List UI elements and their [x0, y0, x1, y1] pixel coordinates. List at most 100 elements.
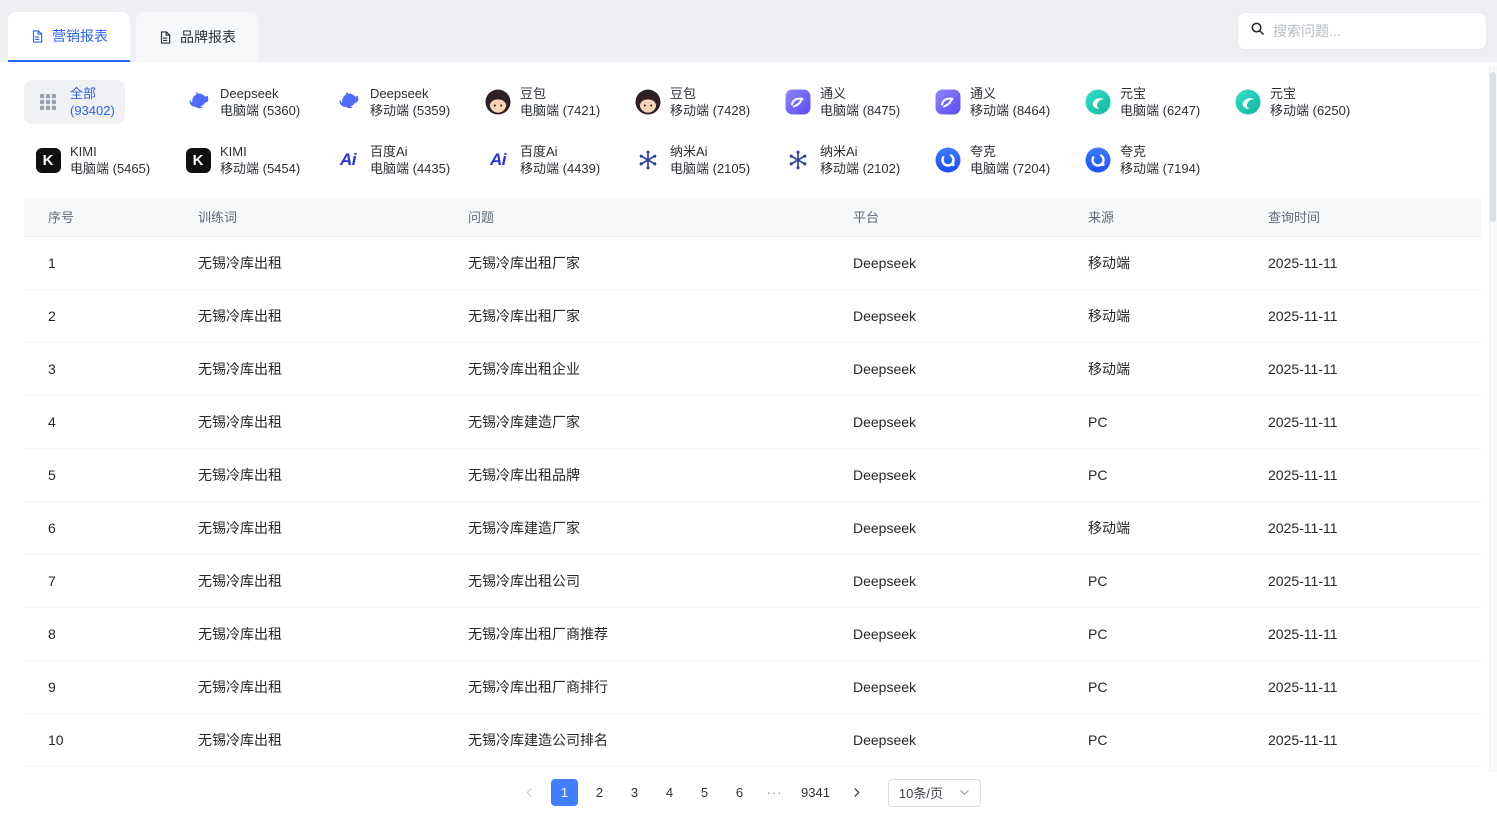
- filter-chip-tongyi-pc[interactable]: 通义 电脑端 (8475): [774, 80, 910, 124]
- cell-source: 移动端: [1064, 342, 1244, 395]
- tongyi-icon: [784, 88, 812, 116]
- next-page-button[interactable]: [843, 779, 870, 806]
- deepseek-icon: [184, 88, 212, 116]
- page-button-6[interactable]: 6: [726, 779, 753, 806]
- page-button-2[interactable]: 2: [586, 779, 613, 806]
- scrollbar-thumb[interactable]: [1490, 72, 1496, 222]
- tab-brand-report[interactable]: 品牌报表: [136, 12, 258, 62]
- filter-detail: 电脑端 (4435): [370, 160, 450, 177]
- filter-chip-yuanbao-pc[interactable]: 元宝 电脑端 (6247): [1074, 80, 1210, 124]
- filter-chip-yuanbao-mobile[interactable]: 元宝 移动端 (6250): [1224, 80, 1360, 124]
- tongyi-icon: [934, 88, 962, 116]
- header-question: 问题: [444, 198, 829, 236]
- deepseek-icon: [334, 88, 362, 116]
- page-button-1[interactable]: 1: [551, 779, 578, 806]
- filter-name: 通义: [820, 85, 900, 102]
- cell-index: 8: [24, 607, 174, 660]
- nami-ai-icon: [784, 146, 812, 174]
- page-ellipsis[interactable]: ···: [761, 779, 788, 806]
- nami-ai-icon: [634, 146, 662, 174]
- cell-date: 2025-11-11: [1244, 395, 1481, 448]
- table-row: 8 无锡冷库出租 无锡冷库出租厂商推荐 Deepseek PC 2025-11-…: [24, 607, 1481, 660]
- filter-chip-baiduai-pc[interactable]: Ai 百度Ai 电脑端 (4435): [324, 138, 460, 182]
- filter-detail: 移动端 (5359): [370, 102, 450, 119]
- table-row: 2 无锡冷库出租 无锡冷库出租厂家 Deepseek 移动端 2025-11-1…: [24, 289, 1481, 342]
- cell-date: 2025-11-11: [1244, 501, 1481, 554]
- filter-name: 百度Ai: [370, 143, 450, 160]
- grid-icon: [34, 88, 62, 116]
- cell-keyword: 无锡冷库出租: [174, 448, 444, 501]
- baidu-ai-icon: Ai: [484, 146, 512, 174]
- cell-keyword: 无锡冷库出租: [174, 289, 444, 342]
- table-header-row: 序号 训练词 问题 平台 来源 查询时间: [24, 198, 1481, 236]
- search-box[interactable]: [1237, 12, 1487, 50]
- cell-date: 2025-11-11: [1244, 342, 1481, 395]
- filter-name: 纳米Ai: [820, 143, 900, 160]
- cell-index: 6: [24, 501, 174, 554]
- filter-chip-all[interactable]: 全部 (93402): [24, 80, 125, 124]
- filter-name: 元宝: [1270, 85, 1350, 102]
- filter-detail: 移动端 (8464): [970, 102, 1050, 119]
- filter-chip-deepseek-pc[interactable]: Deepseek 电脑端 (5360): [174, 80, 310, 124]
- page-button-5[interactable]: 5: [691, 779, 718, 806]
- page-button-last[interactable]: 9341: [796, 779, 835, 806]
- table-row: 4 无锡冷库出租 无锡冷库建造厂家 Deepseek PC 2025-11-11: [24, 395, 1481, 448]
- header-query-time: 查询时间: [1244, 198, 1481, 236]
- scrollbar-track[interactable]: [1489, 66, 1497, 772]
- filter-chip-kimi-mobile[interactable]: K KIMI 移动端 (5454): [174, 138, 310, 182]
- filter-detail: 电脑端 (7421): [520, 102, 600, 119]
- filter-chip-deepseek-mobile[interactable]: Deepseek 移动端 (5359): [324, 80, 460, 124]
- filter-chip-quark-pc[interactable]: 夸克 电脑端 (7204): [924, 138, 1060, 182]
- cell-source: PC: [1064, 660, 1244, 713]
- tab-marketing-report[interactable]: 营销报表: [8, 12, 130, 62]
- chevron-right-icon: [851, 787, 862, 798]
- cell-keyword: 无锡冷库出租: [174, 395, 444, 448]
- prev-page-button[interactable]: [516, 779, 543, 806]
- filter-name: KIMI: [70, 143, 150, 160]
- cell-source: 移动端: [1064, 289, 1244, 342]
- page-size-select[interactable]: 10条/页: [888, 779, 981, 807]
- filter-name: 百度Ai: [520, 143, 600, 160]
- search-input[interactable]: [1273, 23, 1474, 39]
- cell-platform: Deepseek: [829, 713, 1064, 766]
- cell-platform: Deepseek: [829, 289, 1064, 342]
- cell-source: 移动端: [1064, 236, 1244, 289]
- cell-platform: Deepseek: [829, 342, 1064, 395]
- filter-name: Deepseek: [220, 85, 300, 102]
- page-size-value: 10条/页: [899, 783, 943, 802]
- filter-chip-quark-mobile[interactable]: 夸克 移动端 (7194): [1074, 138, 1210, 182]
- cell-source: PC: [1064, 607, 1244, 660]
- page-button-3[interactable]: 3: [621, 779, 648, 806]
- filter-chip-doubao-mobile[interactable]: 豆包 移动端 (7428): [624, 80, 760, 124]
- cell-index: 3: [24, 342, 174, 395]
- cell-platform: Deepseek: [829, 660, 1064, 713]
- filter-detail: 移动端 (4439): [520, 160, 600, 177]
- page-button-4[interactable]: 4: [656, 779, 683, 806]
- filter-chip-doubao-pc[interactable]: 豆包 电脑端 (7421): [474, 80, 610, 124]
- cell-date: 2025-11-11: [1244, 448, 1481, 501]
- filter-name: 豆包: [670, 85, 750, 102]
- filter-chip-kimi-pc[interactable]: K KIMI 电脑端 (5465): [24, 138, 160, 182]
- filter-chip-baiduai-mobile[interactable]: Ai 百度Ai 移动端 (4439): [474, 138, 610, 182]
- cell-keyword: 无锡冷库出租: [174, 660, 444, 713]
- filter-name: Deepseek: [370, 85, 450, 102]
- filter-name: 豆包: [520, 85, 600, 102]
- cell-question: 无锡冷库出租厂家: [444, 236, 829, 289]
- filter-detail: 移动端 (2102): [820, 160, 900, 177]
- cell-question: 无锡冷库出租公司: [444, 554, 829, 607]
- filter-chip-nami-pc[interactable]: 纳米Ai 电脑端 (2105): [624, 138, 760, 182]
- filter-detail: 电脑端 (2105): [670, 160, 750, 177]
- cell-date: 2025-11-11: [1244, 554, 1481, 607]
- filter-name: KIMI: [220, 143, 300, 160]
- cell-source: PC: [1064, 448, 1244, 501]
- filter-chip-nami-mobile[interactable]: 纳米Ai 移动端 (2102): [774, 138, 910, 182]
- chevron-left-icon: [524, 787, 535, 798]
- table-row: 5 无锡冷库出租 无锡冷库出租品牌 Deepseek PC 2025-11-11: [24, 448, 1481, 501]
- search-icon: [1250, 21, 1265, 41]
- cell-date: 2025-11-11: [1244, 713, 1481, 766]
- filter-chip-tongyi-mobile[interactable]: 通义 移动端 (8464): [924, 80, 1060, 124]
- tab-label: 营销报表: [52, 26, 108, 46]
- cell-index: 5: [24, 448, 174, 501]
- cell-platform: Deepseek: [829, 607, 1064, 660]
- filter-name: 纳米Ai: [670, 143, 750, 160]
